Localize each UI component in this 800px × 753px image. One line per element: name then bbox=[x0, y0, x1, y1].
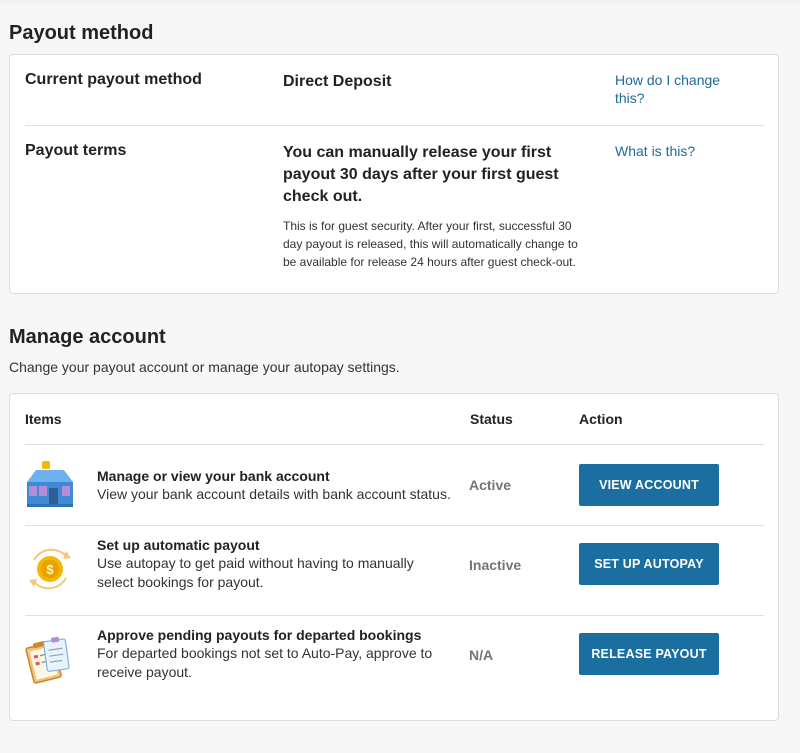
payout-terms-help-link[interactable]: What is this? bbox=[615, 142, 695, 160]
row-description: Use autopay to get paid without having t… bbox=[97, 555, 414, 590]
status-badge: Active bbox=[469, 477, 512, 493]
clipboard-checklist-icon bbox=[24, 634, 76, 691]
divider bbox=[25, 125, 764, 126]
table-row: Approve pending payouts for departed boo… bbox=[10, 616, 778, 716]
column-header-action: Action bbox=[579, 411, 623, 427]
payout-method-card: Current payout method Direct Deposit How… bbox=[9, 54, 779, 294]
bank-building-icon bbox=[24, 460, 76, 515]
status-badge: N/A bbox=[469, 647, 494, 663]
payout-terms-label: Payout terms bbox=[25, 142, 127, 159]
row-description: For departed bookings not set to Auto-Pa… bbox=[97, 645, 433, 680]
status-badge: Inactive bbox=[469, 557, 522, 573]
manage-account-subtitle: Change your payout account or manage you… bbox=[9, 359, 400, 375]
manage-account-table: Items Status Action Manage or view your … bbox=[9, 393, 779, 721]
row-title: Manage or view your bank account bbox=[97, 468, 330, 484]
row-description: View your bank account details with bank… bbox=[97, 486, 451, 502]
set-up-autopay-button[interactable]: SET UP AUTOPAY bbox=[579, 543, 719, 585]
autopay-coin-icon: $ bbox=[24, 542, 76, 601]
row-title: Set up automatic payout bbox=[97, 537, 260, 553]
row-title: Approve pending payouts for departed boo… bbox=[97, 627, 422, 643]
view-account-button[interactable]: VIEW ACCOUNT bbox=[579, 464, 719, 506]
top-border bbox=[0, 0, 800, 4]
release-payout-button[interactable]: RELEASE PAYOUT bbox=[579, 633, 719, 675]
svg-text:$: $ bbox=[46, 562, 54, 577]
payout-method-heading: Payout method bbox=[9, 22, 154, 44]
column-header-status: Status bbox=[470, 411, 513, 427]
current-payout-value: Direct Deposit bbox=[283, 73, 392, 90]
table-row: $ Set up automatic payout Use autopay to… bbox=[10, 526, 778, 614]
table-row: Manage or view your bank account View yo… bbox=[10, 445, 778, 525]
payout-terms-note: This is for guest security. After your f… bbox=[283, 219, 578, 269]
current-payout-label: Current payout method bbox=[25, 71, 202, 88]
column-header-items: Items bbox=[25, 411, 62, 427]
change-payout-help-link[interactable]: How do I change this? bbox=[615, 71, 745, 107]
payout-terms-value: You can manually release your first payo… bbox=[283, 144, 559, 205]
manage-account-heading: Manage account bbox=[9, 326, 166, 348]
